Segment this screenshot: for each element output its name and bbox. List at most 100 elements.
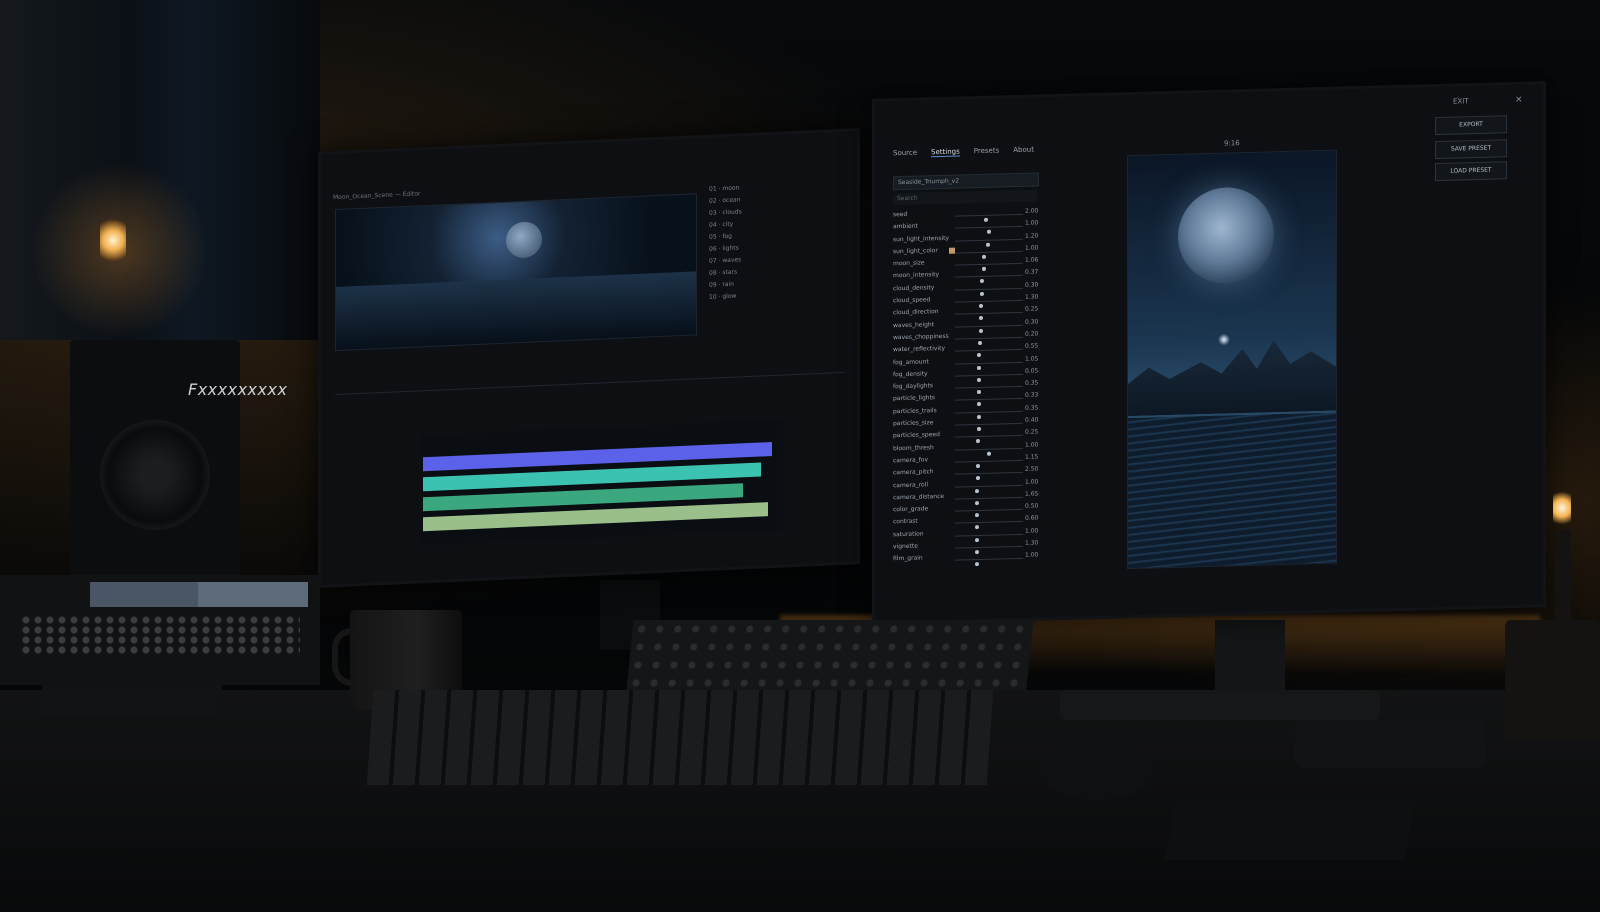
parameter-slider[interactable]: [955, 521, 1023, 530]
parameter-label: cloud_speed: [893, 296, 931, 305]
right-lamp: [1553, 488, 1571, 528]
parameter-slider[interactable]: [955, 533, 1023, 542]
parameter-label: camera_pitch: [893, 468, 934, 477]
parameter-value[interactable]: 0.35: [1025, 404, 1038, 411]
parameter-value[interactable]: 1.05: [1025, 355, 1038, 362]
parameter-slider[interactable]: [955, 299, 1023, 309]
video-preview[interactable]: [335, 193, 697, 352]
parameter-label: fog_daylights: [893, 382, 934, 391]
transport-controls[interactable]: [335, 371, 845, 410]
slider-knob[interactable]: [975, 562, 980, 567]
tab-source[interactable]: Source: [893, 149, 917, 159]
parameter-label: seed: [893, 210, 908, 219]
parameter-label: cloud_direction: [893, 308, 939, 317]
parameter-slider[interactable]: [955, 435, 1023, 444]
parameter-slider[interactable]: [955, 545, 1023, 555]
parameter-value[interactable]: 1.65: [1025, 490, 1038, 497]
keyboard: [366, 690, 994, 785]
parameter-value[interactable]: 0.50: [1025, 503, 1038, 510]
parameter-value[interactable]: 2.50: [1025, 466, 1038, 473]
parameter-value[interactable]: 0.30: [1025, 318, 1038, 325]
parameter-slider[interactable]: [955, 213, 1023, 222]
parameter-slider[interactable]: [955, 422, 1023, 432]
parameter-label: ambient: [893, 222, 918, 231]
city-silhouette: [1128, 331, 1336, 416]
parameter-label: moon_intensity: [893, 271, 940, 280]
right-monitor-base: [1060, 690, 1380, 720]
parameter-value[interactable]: 1.00: [1025, 441, 1038, 448]
parameter-value[interactable]: 0.55: [1025, 343, 1038, 350]
parameter-value[interactable]: 0.20: [1025, 330, 1038, 337]
parameter-slider[interactable]: [955, 373, 1023, 382]
parameter-value[interactable]: 2.00: [1025, 207, 1038, 214]
parameter-value[interactable]: 0.60: [1025, 515, 1038, 522]
parameter-value[interactable]: 0.33: [1025, 392, 1038, 399]
parameter-slider[interactable]: [955, 459, 1023, 469]
parameter-slider[interactable]: [955, 496, 1023, 505]
parameter-label: waves_height: [893, 320, 935, 329]
speaker-logo: Fxxxxxxxxx: [188, 380, 288, 399]
export-button[interactable]: EXPORT: [1435, 115, 1507, 136]
parameter-value[interactable]: 1.00: [1025, 552, 1038, 559]
left-lamp: [100, 215, 126, 261]
pen-cup: [1505, 620, 1600, 740]
close-icon[interactable]: ×: [1515, 95, 1523, 105]
parameter-slider[interactable]: [955, 558, 1023, 567]
parameter-label: camera_distance: [893, 492, 945, 502]
parameter-slider[interactable]: [955, 238, 1023, 247]
parameter-label: film_grain: [893, 554, 923, 563]
parameter-slider[interactable]: [955, 349, 1023, 358]
aspect-ratio-label: 9:16: [1224, 139, 1240, 148]
city-light: [1218, 333, 1230, 346]
parameter-value[interactable]: 1.00: [1025, 244, 1038, 251]
parameter-value[interactable]: 0.25: [1025, 429, 1038, 436]
parameter-value[interactable]: 0.25: [1025, 306, 1038, 313]
parameter-value[interactable]: 0.40: [1025, 417, 1038, 424]
editor-title: Moon_Ocean_Scene — Editor: [333, 190, 421, 202]
parameter-slider[interactable]: [955, 386, 1023, 395]
parameter-label: particles_speed: [893, 431, 940, 440]
parameter-slider[interactable]: [955, 287, 1023, 296]
parameter-value[interactable]: 1.00: [1025, 478, 1038, 485]
sea-thumbnail: [336, 271, 696, 351]
preset-select[interactable]: Seaside_Triumph_v2: [893, 172, 1039, 191]
parameter-value[interactable]: 0.35: [1025, 380, 1038, 387]
parameter-value[interactable]: 0.05: [1025, 367, 1038, 374]
parameter-label: bloom_thresh: [893, 443, 934, 452]
parameter-value[interactable]: 1.20: [1025, 232, 1038, 239]
parameter-slider[interactable]: [955, 410, 1023, 419]
parameter-value[interactable]: 1.30: [1025, 294, 1038, 301]
parameter-value[interactable]: 1.15: [1025, 453, 1038, 460]
load-preset-button[interactable]: LOAD PRESET: [1435, 161, 1507, 182]
search-input[interactable]: Search: [893, 189, 1037, 206]
parameter-value[interactable]: 1.06: [1025, 257, 1038, 264]
parameter-slider[interactable]: [955, 472, 1023, 481]
parameter-value[interactable]: 0.37: [1025, 269, 1038, 276]
tab-about[interactable]: About: [1013, 146, 1034, 156]
parameter-slider[interactable]: [955, 484, 1023, 493]
parameter-value[interactable]: 0.30: [1025, 281, 1038, 288]
parameter-slider[interactable]: [955, 275, 1023, 284]
parameter-value[interactable]: 1.30: [1025, 539, 1038, 546]
parameter-slider[interactable]: [955, 250, 1023, 259]
right-monitor: Source Settings Presets About 9:16 EXIT …: [872, 81, 1546, 625]
parameter-slider[interactable]: [955, 324, 1023, 333]
parameter-slider[interactable]: [955, 263, 1023, 272]
parameter-slider[interactable]: [955, 508, 1023, 518]
tab-settings[interactable]: Settings: [931, 147, 960, 158]
timeline[interactable]: [421, 419, 783, 546]
tab-presets[interactable]: Presets: [974, 146, 999, 156]
parameter-slider[interactable]: [955, 361, 1023, 370]
parameter-value[interactable]: 1.00: [1025, 220, 1038, 227]
parameter-slider[interactable]: [955, 447, 1023, 456]
save-preset-button[interactable]: SAVE PRESET: [1435, 139, 1507, 160]
exit-button[interactable]: EXIT: [1453, 97, 1469, 105]
parameter-slider[interactable]: [955, 398, 1023, 407]
parameter-label: particle_lights: [893, 394, 936, 403]
parameter-label: moon_size: [893, 259, 925, 268]
parameter-list: seed 2.00 ambient 1.00 sun_light_intensity 1.…: [893, 207, 1043, 568]
parameter-slider[interactable]: [955, 226, 1023, 235]
parameter-slider[interactable]: [955, 312, 1023, 321]
parameter-slider[interactable]: [955, 336, 1023, 346]
parameter-value[interactable]: 1.00: [1025, 527, 1038, 534]
